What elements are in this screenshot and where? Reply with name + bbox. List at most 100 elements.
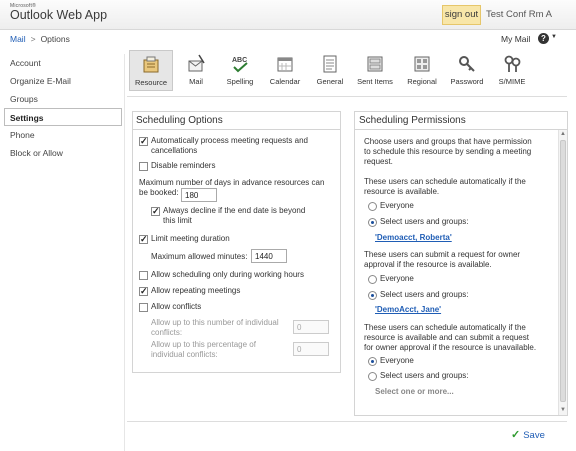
password-icon bbox=[459, 56, 475, 72]
auto-schedule-description-line2: resource is available. bbox=[364, 187, 440, 196]
tab-regional[interactable]: Regional bbox=[400, 50, 444, 91]
permissions-intro: Choose users and groups that have permis… bbox=[364, 137, 532, 167]
save-button[interactable]: ✓ Save bbox=[511, 428, 545, 441]
auto-process-label: Automatically process meeting requests a… bbox=[151, 136, 308, 156]
scroll-up-arrow-icon[interactable]: ▲ bbox=[559, 130, 567, 139]
checkmark-icon: ✓ bbox=[511, 429, 521, 441]
permissions-scrollbar[interactable]: ▲ ▼ bbox=[558, 130, 567, 415]
scroll-thumb[interactable] bbox=[560, 140, 566, 402]
conflicts-percent-input[interactable]: 0 bbox=[293, 342, 329, 356]
tab-mail[interactable]: Mail bbox=[174, 50, 218, 91]
allow-conflicts-label: Allow conflicts bbox=[151, 302, 202, 311]
help-icon[interactable]: ? bbox=[538, 33, 549, 44]
auto-schedule-users-link[interactable]: 'Demoacct, Roberta' bbox=[375, 233, 452, 242]
auto-schedule-description: These users can schedule automatically i… bbox=[364, 177, 526, 197]
toolbar-divider bbox=[127, 96, 567, 97]
nav-item-organize-email[interactable]: Organize E-Mail bbox=[0, 72, 124, 90]
owner-approval-everyone-label: Everyone bbox=[380, 274, 414, 283]
general-icon bbox=[323, 55, 337, 73]
auto-schedule-everyone-radio[interactable] bbox=[368, 202, 377, 211]
tab-smime-label: S/MIME bbox=[498, 77, 526, 86]
tab-resource[interactable]: Resource bbox=[129, 50, 173, 91]
nav-item-phone[interactable]: Phone bbox=[0, 126, 124, 144]
breadcrumb-current: Options bbox=[40, 34, 70, 44]
tab-general[interactable]: General bbox=[308, 50, 352, 91]
breadcrumb-bar: Mail > Options My Mail ? ▼ bbox=[0, 30, 576, 48]
auto-or-request-description-line1: These users can schedule automatically i… bbox=[364, 323, 526, 332]
left-nav: Account Organize E-Mail Groups Settings … bbox=[0, 54, 124, 162]
user-name[interactable]: Test Conf Rm A bbox=[486, 9, 552, 20]
conflicts-percent-label-line2: individual conflicts: bbox=[151, 350, 218, 359]
disable-reminders-checkbox[interactable] bbox=[139, 162, 148, 171]
max-days-label: Maximum number of days in advance resour… bbox=[139, 178, 324, 198]
spelling-icon: ABC bbox=[232, 57, 248, 73]
repeating-meetings-label: Allow repeating meetings bbox=[151, 286, 241, 295]
owner-approval-description-line2: approval if the resource is available. bbox=[364, 260, 492, 269]
auto-or-request-everyone-radio[interactable] bbox=[368, 357, 377, 366]
auto-or-request-description: These users can schedule automatically i… bbox=[364, 323, 536, 353]
auto-schedule-description-line1: These users can schedule automatically i… bbox=[364, 177, 526, 186]
working-hours-checkbox[interactable] bbox=[139, 271, 148, 280]
nav-divider bbox=[124, 54, 125, 451]
auto-or-request-users-placeholder: Select one or more... bbox=[375, 387, 454, 396]
repeating-meetings-checkbox[interactable] bbox=[139, 286, 148, 297]
panel-title-divider bbox=[133, 129, 340, 130]
max-minutes-input[interactable]: 1440 bbox=[251, 249, 287, 263]
sign-out-button[interactable]: sign out bbox=[442, 5, 481, 25]
nav-item-settings[interactable]: Settings bbox=[4, 108, 122, 126]
auto-schedule-select-label: Select users and groups: bbox=[380, 217, 469, 226]
tab-sent-items-label: Sent Items bbox=[357, 77, 393, 86]
conflicts-number-label: Allow up to this number of individual co… bbox=[151, 318, 279, 338]
tab-mail-label: Mail bbox=[189, 77, 203, 86]
tab-spelling[interactable]: ABC Spelling bbox=[218, 50, 262, 91]
owner-approval-everyone-radio[interactable] bbox=[368, 275, 377, 284]
permissions-intro-line3: request. bbox=[364, 157, 393, 166]
allow-conflicts-checkbox[interactable] bbox=[139, 303, 148, 312]
tab-calendar[interactable]: Calendar bbox=[263, 50, 307, 91]
nav-item-account[interactable]: Account bbox=[0, 54, 124, 72]
auto-or-request-description-line2: resource is available and can submit a r… bbox=[364, 333, 529, 342]
scheduling-permissions-title: Scheduling Permissions bbox=[359, 115, 466, 126]
always-decline-label: Always decline if the end date is beyond… bbox=[163, 206, 305, 226]
auto-process-checkbox[interactable] bbox=[139, 136, 148, 147]
tab-resource-label: Resource bbox=[134, 78, 168, 87]
tab-regional-label: Regional bbox=[407, 77, 437, 86]
breadcrumb-mail-link[interactable]: Mail bbox=[10, 34, 26, 44]
chevron-down-icon[interactable]: ▼ bbox=[551, 34, 557, 40]
conflicts-percent-label: Allow up to this percentage of individua… bbox=[151, 340, 256, 360]
permissions-intro-line2: to schedule this resource by sending a m… bbox=[364, 147, 532, 156]
max-days-label-line1: Maximum number of days in advance resour… bbox=[139, 178, 325, 187]
disable-reminders-label: Disable reminders bbox=[151, 161, 216, 170]
limit-duration-label: Limit meeting duration bbox=[151, 234, 230, 243]
footer-divider bbox=[127, 421, 567, 422]
owner-approval-select-radio[interactable] bbox=[368, 291, 377, 300]
auto-process-label-line1: Automatically process meeting requests a… bbox=[151, 136, 308, 145]
tab-calendar-label: Calendar bbox=[269, 77, 301, 86]
tab-smime[interactable]: S/MIME bbox=[490, 50, 534, 91]
nav-item-block-or-allow[interactable]: Block or Allow bbox=[0, 144, 124, 162]
permissions-intro-line1: Choose users and groups that have permis… bbox=[364, 137, 532, 146]
app-logo: Microsoft® Outlook Web App bbox=[10, 3, 107, 22]
scroll-down-arrow-icon[interactable]: ▼ bbox=[559, 406, 567, 415]
nav-item-groups[interactable]: Groups bbox=[0, 90, 124, 108]
auto-schedule-select-radio[interactable] bbox=[368, 218, 377, 227]
scheduling-options-title: Scheduling Options bbox=[136, 115, 223, 126]
panel-title-divider bbox=[355, 129, 567, 130]
max-minutes-label: Maximum allowed minutes: bbox=[151, 252, 248, 261]
sent-items-icon bbox=[367, 56, 383, 72]
smime-icon bbox=[504, 55, 521, 72]
max-days-label-line2: be booked: bbox=[139, 188, 179, 197]
my-mail-link[interactable]: My Mail bbox=[501, 34, 530, 44]
tab-password[interactable]: Password bbox=[445, 50, 489, 91]
limit-duration-checkbox[interactable] bbox=[139, 234, 148, 245]
save-button-label: Save bbox=[523, 430, 545, 441]
conflicts-number-input[interactable]: 0 bbox=[293, 320, 329, 334]
always-decline-checkbox[interactable] bbox=[151, 206, 160, 217]
always-decline-label-line2: this limit bbox=[163, 216, 192, 225]
auto-or-request-select-radio[interactable] bbox=[368, 372, 377, 381]
tab-sent-items[interactable]: Sent Items bbox=[353, 50, 397, 91]
owner-approval-users-link[interactable]: 'DemoAcct, Jane' bbox=[375, 305, 441, 314]
app-title: Outlook Web App bbox=[10, 8, 108, 22]
max-days-input[interactable]: 180 bbox=[181, 188, 217, 202]
conflicts-number-label-line1: Allow up to this number of individual bbox=[151, 318, 279, 327]
